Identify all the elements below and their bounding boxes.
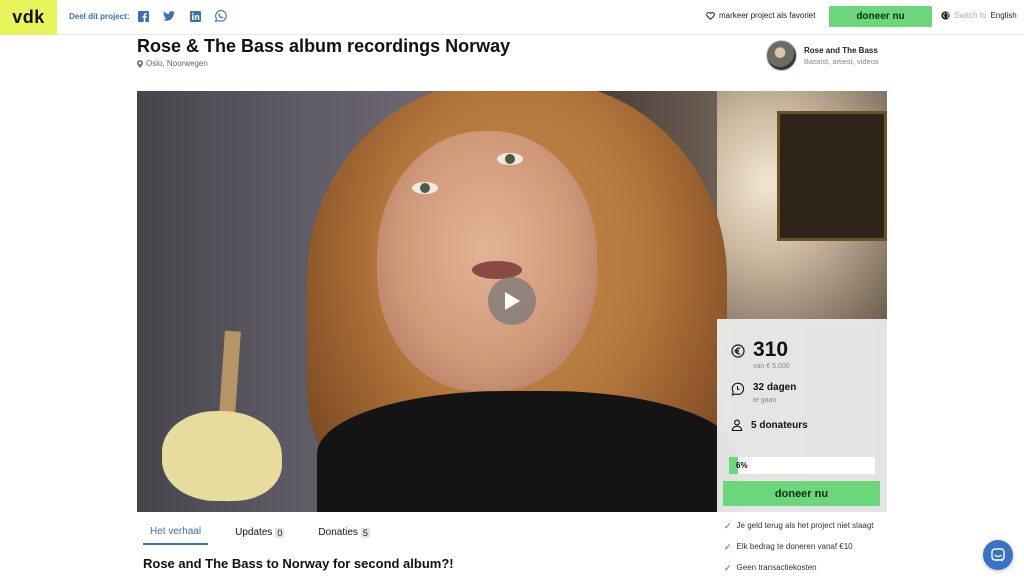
content-tabs: Het verhaal Updates 0 Donaties 5 [143, 522, 397, 545]
donate-now-button-top[interactable]: doneer nu [829, 6, 932, 27]
favorite-label: markeer project als favoriet [719, 11, 816, 20]
days-subtitle: te gaan [753, 397, 777, 404]
favorite-link[interactable]: markeer project als favoriet [706, 11, 815, 20]
tab-story[interactable]: Het verhaal [143, 522, 209, 545]
tab-donations[interactable]: Donaties 5 [311, 522, 376, 545]
heart-icon [706, 11, 715, 20]
donate-now-button[interactable]: doneer nu [723, 481, 880, 506]
creator-name: Rose and The Bass [804, 45, 878, 55]
project-title: Rose & The Bass album recordings Norway [137, 36, 511, 56]
benefit-text: Je geld terug als het project niet slaag… [736, 521, 874, 530]
video-person [317, 391, 737, 512]
tab-count: 0 [275, 527, 285, 538]
progress-bar: 6% [729, 457, 875, 474]
share-icons [137, 10, 227, 22]
language-switch[interactable]: Switch to English [941, 11, 1017, 20]
tab-label: Donaties [318, 527, 358, 538]
donor-count: 5 donateurs [731, 419, 808, 431]
avatar [766, 40, 797, 71]
euro-coin-icon [731, 344, 745, 358]
benefit-text: Elk bedrag te doneren vanaf €10 [736, 542, 853, 551]
speech-bubble-icon [731, 382, 745, 396]
benefit-text: Geen transactiekosten [736, 563, 817, 572]
play-icon [505, 292, 520, 310]
chat-icon [991, 548, 1005, 562]
video-person [497, 153, 523, 165]
whatsapp-icon[interactable] [215, 10, 227, 22]
creator-subtitle: Bassist, artiest, videos [804, 56, 879, 66]
location-label: Oslo, Noorwegen [146, 59, 208, 68]
amount-value: 310 [753, 338, 789, 361]
chat-button[interactable] [983, 540, 1013, 570]
tab-label: Het verhaal [150, 526, 202, 537]
language-target: English [990, 11, 1017, 20]
map-pin-icon [137, 59, 143, 68]
goal-value: van € 5.000 [753, 363, 790, 370]
progress-label: 6% [736, 461, 748, 470]
twitter-icon[interactable] [163, 10, 175, 22]
facebook-icon[interactable] [137, 10, 149, 22]
tab-updates[interactable]: Updates 0 [228, 522, 291, 545]
list-item: ✓ Elk bedrag te doneren vanaf €10 [724, 540, 884, 554]
linkedin-icon[interactable] [189, 10, 201, 22]
logo[interactable]: vdk [0, 0, 57, 35]
check-icon: ✓ [724, 542, 732, 552]
days-remaining: 32 dagen te gaan [731, 382, 796, 404]
benefits-list: ✓ Je geld terug als het project niet sla… [724, 519, 884, 582]
days-value: 32 dagen [753, 382, 797, 393]
funding-stats-panel: 310 van € 5.000 32 dagen te gaan 5 donat… [717, 319, 887, 512]
video-background [162, 411, 282, 501]
play-button[interactable] [488, 277, 536, 325]
check-icon: ✓ [724, 521, 732, 531]
list-item: ✓ Je geld terug als het project niet sla… [724, 519, 884, 533]
donors-value: 5 donateurs [751, 419, 808, 431]
project-location: Oslo, Noorwegen [137, 59, 208, 68]
video-person [412, 182, 438, 194]
language-prefix: Switch to [954, 11, 987, 20]
story-title: Rose and The Bass to Norway for second a… [143, 556, 454, 571]
video-background [777, 111, 887, 241]
creator-card[interactable]: Rose and The Bass Bassist, artiest, vide… [766, 40, 879, 71]
tab-count: 5 [360, 527, 370, 538]
tab-label: Updates [235, 527, 273, 538]
globe-icon [941, 11, 950, 20]
share-label: Deel dit project: [69, 12, 130, 21]
user-icon [731, 419, 743, 431]
check-icon: ✓ [724, 563, 732, 573]
list-item: ✓ Geen transactiekosten [724, 561, 884, 575]
top-bar: vdk Deel dit project: markeer project al… [0, 0, 1024, 35]
amount-raised: 310 van € 5.000 [731, 339, 790, 370]
